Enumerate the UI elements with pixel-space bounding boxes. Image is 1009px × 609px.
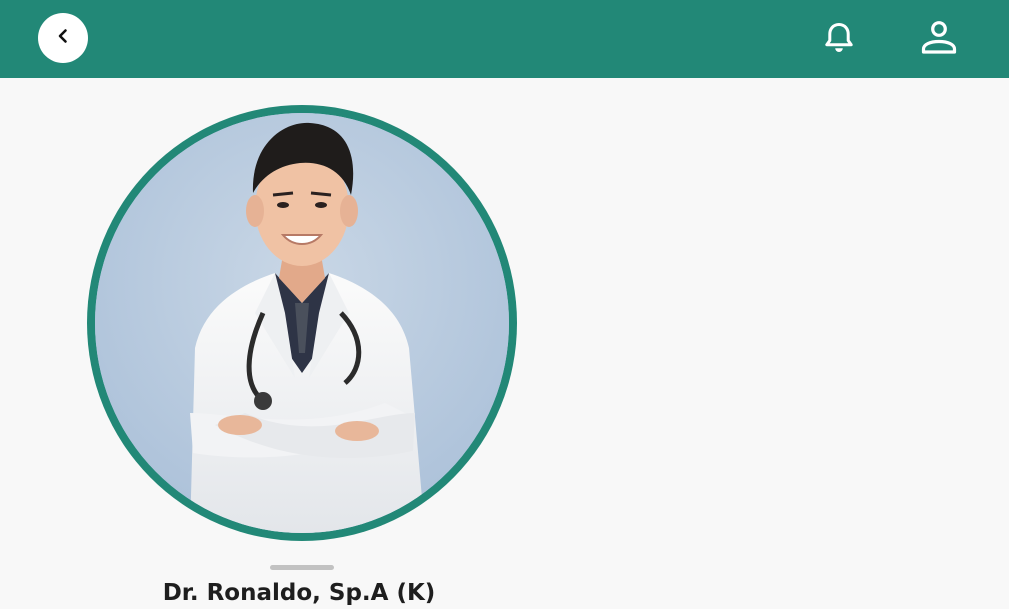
user-icon <box>920 18 958 60</box>
doctor-portrait-illustration <box>95 113 509 533</box>
chevron-left-icon <box>55 28 71 48</box>
profile-button[interactable] <box>915 0 963 78</box>
doctor-profile-screen: Dr. Ronaldo, Sp.A (K) <box>0 0 1009 609</box>
doctor-photo <box>95 113 509 533</box>
bell-icon <box>822 20 856 58</box>
doctor-name: Dr. Ronaldo, Sp.A (K) <box>162 580 436 606</box>
drag-handle[interactable] <box>270 565 334 570</box>
top-app-bar <box>0 0 1009 78</box>
notifications-button[interactable] <box>816 0 862 78</box>
back-button[interactable] <box>38 13 88 63</box>
doctor-avatar <box>87 105 517 541</box>
